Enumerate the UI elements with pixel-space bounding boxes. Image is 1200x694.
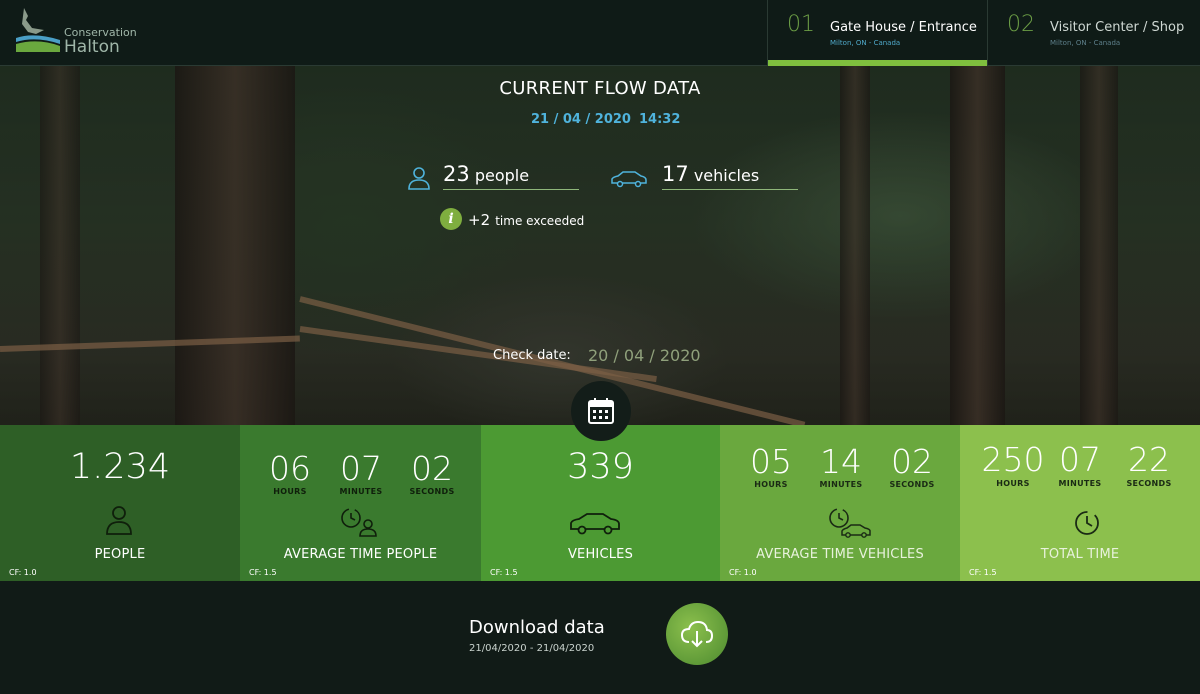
vehicles-count-field: 17 vehicles (662, 162, 798, 190)
tab-location: Milton, ON - Canada (830, 39, 901, 47)
tile-label: VEHICLES (567, 547, 634, 562)
people-total: 1.234 (69, 447, 171, 487)
minutes-unit: MINUTES (339, 487, 383, 496)
minutes-unit: MINUTES (819, 480, 863, 489)
vehicles-count: 17 (662, 162, 689, 186)
people-count: 23 (443, 162, 470, 186)
tree-trunk (175, 66, 295, 425)
cf-value: CF: 1.0 (729, 568, 757, 577)
people-unit: people (474, 166, 530, 185)
car-icon (611, 171, 647, 188)
check-date-label: Check date: (493, 348, 571, 363)
tab-name: Visitor Center / Shop (1050, 20, 1185, 35)
exceeded-count: +2 (468, 211, 491, 229)
tile-total-time: 250 07 22 HOURS MINUTES SECONDS TOTAL TI… (960, 425, 1200, 581)
tile-label: PEOPLE (94, 547, 146, 562)
hours-value: 05 (750, 442, 792, 481)
seconds-value: 22 (1128, 440, 1170, 479)
cf-value: CF: 1.5 (969, 568, 997, 577)
logo-text-halton: Halton (64, 37, 120, 57)
calendar-button[interactable] (571, 381, 631, 441)
tile-label: AVERAGE TIME PEOPLE (283, 547, 438, 562)
download-date-range: 21/04/2020 - 21/04/2020 (469, 643, 595, 654)
clock-icon (1075, 511, 1099, 535)
hours-value: 250 (981, 440, 1045, 479)
tile-label: TOTAL TIME (1040, 547, 1120, 562)
tab-number: 02 (1007, 12, 1035, 37)
calendar-icon (588, 398, 614, 424)
hours-value: 06 (269, 449, 311, 488)
tree-trunk (950, 66, 1005, 425)
minutes-value: 07 (1059, 440, 1101, 479)
conservation-halton-logo[interactable]: Conservation Halton (14, 6, 144, 58)
tile-label: AVERAGE TIME VEHICLES (756, 547, 924, 562)
tab-number: 01 (787, 12, 815, 37)
tab-name: Gate House / Entrance (830, 20, 977, 35)
tile-average-time-people: 06 07 02 HOURS MINUTES SECONDS AVERAGE T… (240, 425, 481, 581)
header: Conservation Halton 01 Gate House / Entr… (0, 0, 1200, 66)
hours-unit: HOURS (273, 487, 307, 496)
flow-date: 21 / 04 / 2020 (531, 112, 631, 127)
download-button[interactable] (666, 603, 728, 665)
minutes-value: 14 (820, 442, 862, 481)
tile-vehicles: 339 VEHICLES CF: 1.5 (481, 425, 720, 581)
tree-trunk (1080, 66, 1118, 425)
info-icon[interactable]: i (440, 208, 462, 230)
person-icon (106, 506, 132, 535)
heron-logo-icon (16, 8, 60, 52)
download-data-title: Download data (469, 617, 605, 638)
tab-gate-house[interactable]: 01 Gate House / Entrance Milton, ON - Ca… (767, 0, 988, 66)
seconds-value: 02 (891, 442, 933, 481)
minutes-unit: MINUTES (1058, 479, 1102, 488)
cloud-download-icon (680, 620, 714, 648)
car-icon (570, 513, 620, 535)
people-count-field: 23 people (443, 162, 579, 190)
tab-location: Milton, ON - Canada (1050, 39, 1121, 47)
tab-visitor-center[interactable]: 02 Visitor Center / Shop Milton, ON - Ca… (987, 0, 1200, 66)
seconds-value: 02 (411, 449, 453, 488)
cf-value: CF: 1.5 (490, 568, 518, 577)
clock-person-icon (341, 508, 377, 537)
tile-average-time-vehicles: 05 14 02 HOURS MINUTES SECONDS AVERAGE T… (720, 425, 960, 581)
exceeded-label: time exceeded (495, 214, 585, 228)
seconds-unit: SECONDS (409, 487, 455, 496)
cf-value: CF: 1.5 (249, 568, 277, 577)
minutes-value: 07 (340, 449, 382, 488)
flow-time: 14:32 (639, 112, 681, 127)
vehicles-total: 339 (567, 447, 634, 487)
current-flow-title: CURRENT FLOW DATA (499, 78, 701, 99)
clock-car-icon (829, 508, 871, 538)
seconds-unit: SECONDS (1126, 479, 1172, 488)
tile-people: 1.234 PEOPLE CF: 1.0 (0, 425, 240, 581)
tree-trunk (840, 66, 870, 425)
person-icon (408, 167, 430, 190)
hours-unit: HOURS (996, 479, 1030, 488)
time-exceeded-notice: +2 time exceeded (468, 210, 584, 229)
cf-value: CF: 1.0 (9, 568, 37, 577)
hours-unit: HOURS (754, 480, 788, 489)
vehicles-unit: vehicles (693, 166, 760, 185)
check-date-value[interactable]: 20 / 04 / 2020 (588, 346, 701, 365)
tree-trunk (40, 66, 80, 425)
seconds-unit: SECONDS (889, 480, 935, 489)
